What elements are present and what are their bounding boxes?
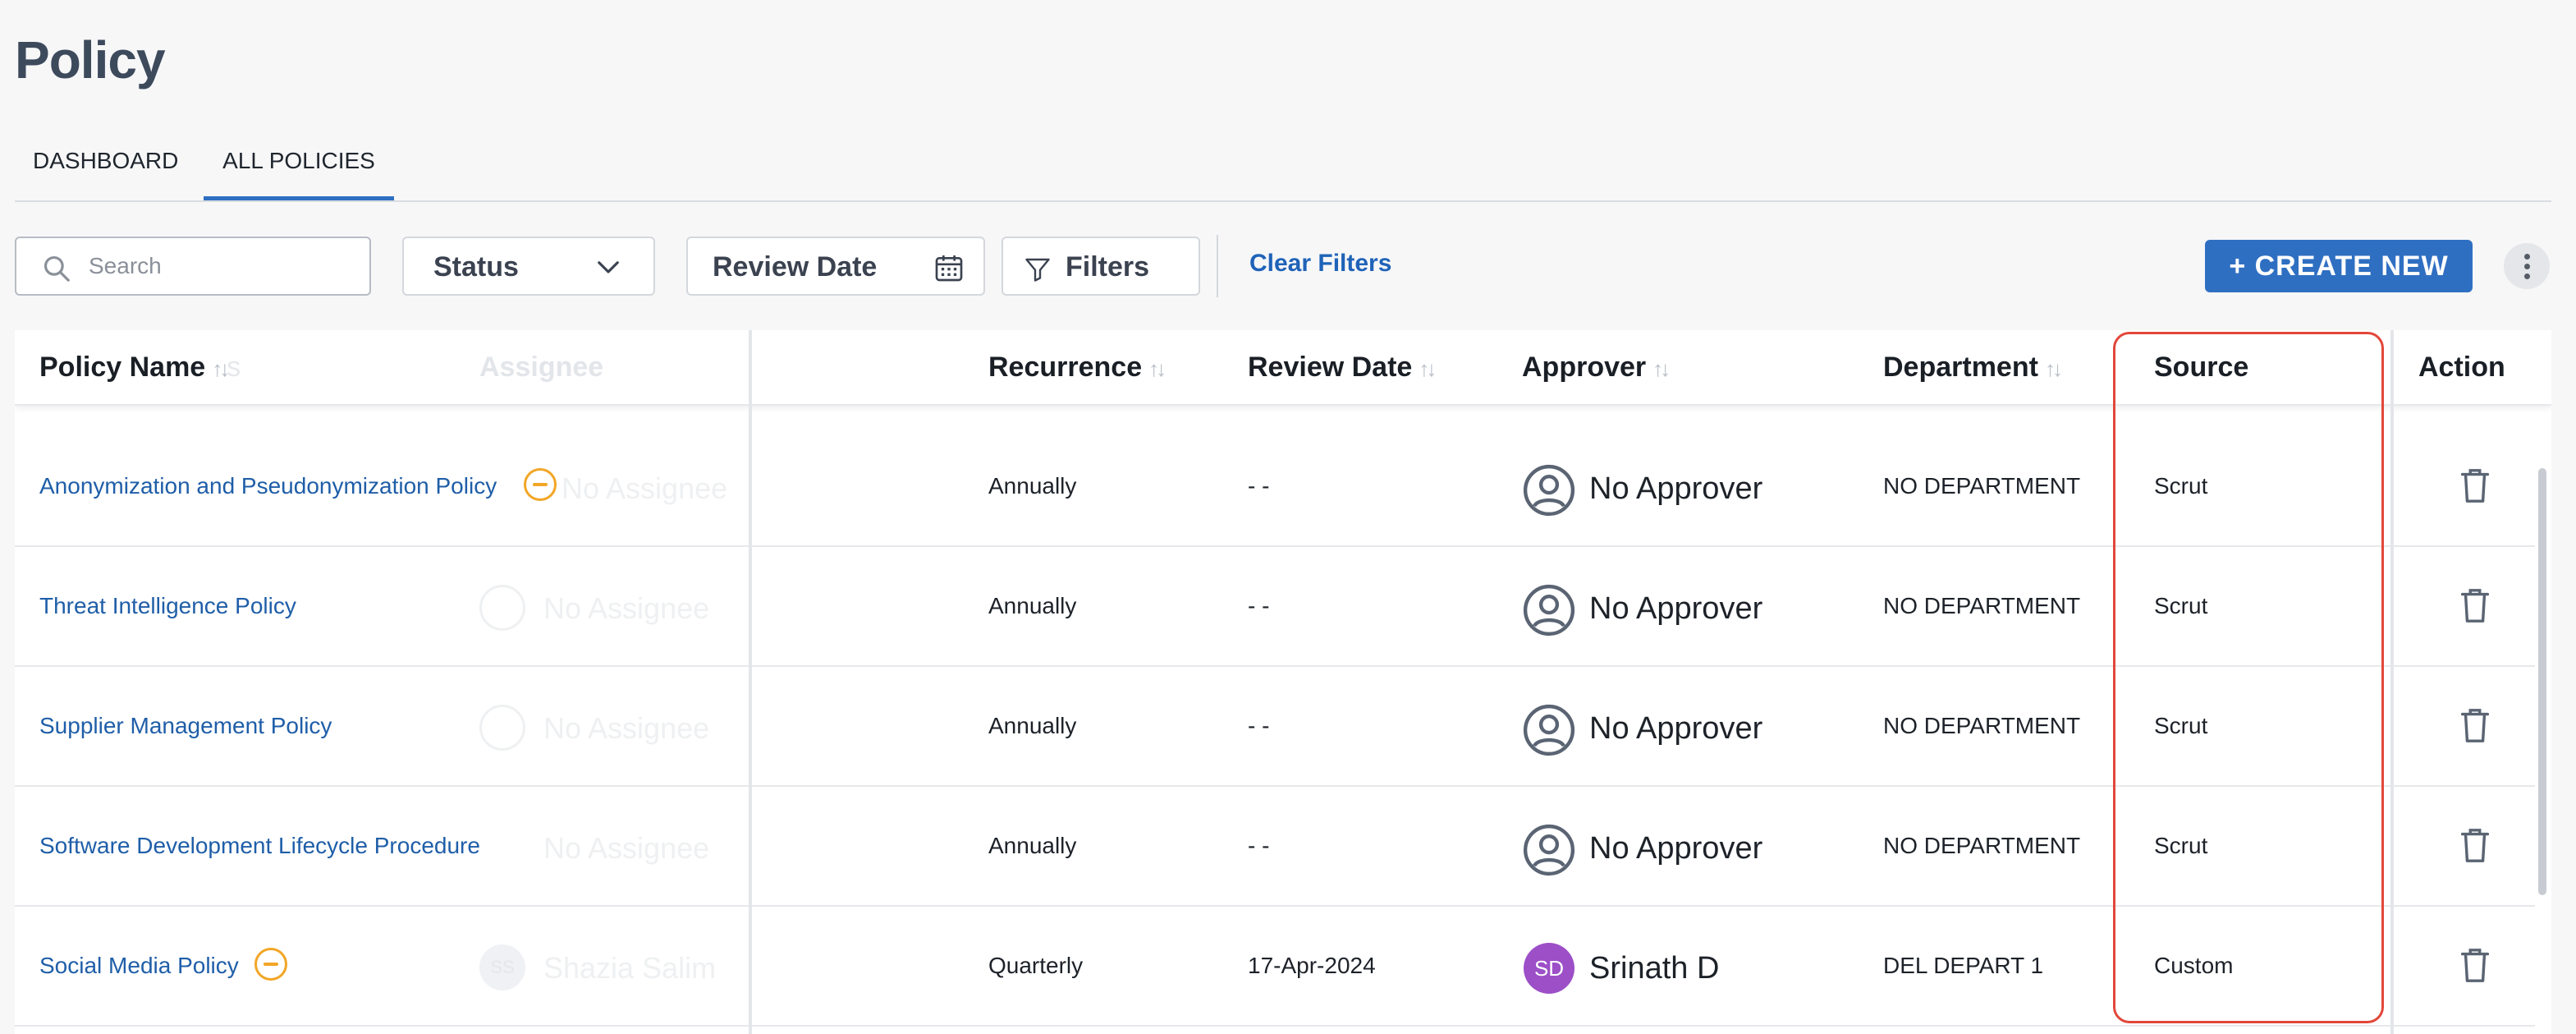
toolbar-divider (1217, 235, 1218, 297)
col-source: Source (2154, 352, 2249, 383)
user-circle-icon (479, 585, 525, 631)
create-new-button[interactable]: + CREATE NEW (2205, 240, 2473, 292)
policy-name-link[interactable]: Social Media Policy (39, 953, 239, 979)
sort-icon[interactable]: ↑↓ (1148, 356, 1167, 381)
search-input[interactable] (89, 250, 351, 283)
status-dropdown[interactable]: Status (402, 237, 655, 296)
status-minus-icon (524, 468, 557, 501)
more-vertical-icon[interactable] (2504, 243, 2550, 289)
approver-name: No Approver (1589, 591, 1763, 626)
filters-label: Filters (1066, 251, 1150, 283)
avatar: SD (1524, 943, 1574, 994)
source-cell: Scrut (2154, 713, 2208, 738)
col-approver[interactable]: Approver ↑↓ (1522, 352, 1671, 384)
sort-icon[interactable]: ↑↓ (212, 356, 230, 381)
assignee-avatar: SS (479, 944, 525, 990)
table-row[interactable]: Social Media Policy SS Shazia Salim Quar… (15, 907, 2535, 1027)
assignee-ghost: No Assignee (543, 591, 710, 625)
recurrence-cell: Annually (988, 713, 1077, 738)
page-title: Policy (15, 30, 166, 90)
chevron-down-icon (598, 261, 619, 273)
user-circle-icon (1523, 584, 1575, 636)
trash-icon[interactable] (2456, 705, 2494, 746)
review-date-cell: 17-Apr-2024 (1248, 953, 1376, 978)
review-date-picker[interactable]: Review Date (686, 237, 985, 296)
action-column-divider (2390, 330, 2394, 1034)
recurrence-cell: Annually (988, 833, 1077, 858)
col-recurrence[interactable]: Recurrence ↑↓ (988, 352, 1167, 384)
tab-dashboard[interactable]: DASHBOARD (33, 145, 197, 202)
approver-name: Srinath D (1589, 951, 1720, 986)
sort-icon[interactable]: ↑↓ (1652, 356, 1671, 381)
source-cell: Scrut (2154, 833, 2208, 858)
sort-icon[interactable]: ↑↓ (2045, 356, 2063, 381)
review-date-cell: - - (1248, 833, 1270, 858)
policy-name-link[interactable]: Supplier Management Policy (39, 713, 332, 739)
review-date-label: Review Date (713, 251, 878, 283)
col-policy-name[interactable]: Policy Name ↑↓s (39, 352, 241, 384)
policy-name-link[interactable]: Software Development Lifecycle Procedure (39, 833, 480, 859)
status-minus-icon (254, 948, 287, 981)
department-cell: DEL DEPART 1 (1883, 953, 2044, 978)
trash-icon[interactable] (2456, 944, 2494, 986)
calendar-icon (935, 255, 963, 282)
approver-name: No Approver (1589, 711, 1763, 746)
status-dropdown-label: Status (433, 251, 519, 283)
table-row[interactable]: Anonymization and Pseudonymization Polic… (15, 427, 2535, 547)
trash-icon[interactable] (2456, 585, 2494, 626)
assignee-ghost: No Assignee (543, 711, 710, 745)
tab-all-policies[interactable]: ALL POLICIES (204, 145, 394, 200)
approver-name: No Approver (1589, 831, 1763, 866)
assignee-ghost: No Assignee (561, 471, 728, 505)
source-cell: Scrut (2154, 473, 2208, 499)
source-cell: Custom (2154, 953, 2234, 978)
approver-name: No Approver (1589, 471, 1763, 506)
clear-filters-link[interactable]: Clear Filters (1249, 250, 1391, 278)
col-department[interactable]: Department ↑↓ (1883, 352, 2063, 384)
review-date-cell: - - (1248, 473, 1270, 499)
trash-icon[interactable] (2456, 825, 2494, 866)
policy-name-link[interactable]: Anonymization and Pseudonymization Polic… (39, 473, 497, 499)
table-row[interactable]: Threat Intelligence Policy No Assignee A… (15, 547, 2535, 667)
table-row[interactable]: Software Development Lifecycle Procedure… (15, 787, 2535, 907)
filter-icon (1025, 258, 1050, 282)
assignee-ghost: No Assignee (543, 831, 710, 865)
toolbar: Status Review Date Filters Clear Filters… (15, 235, 2560, 297)
search-box[interactable] (15, 237, 371, 296)
col-assignee[interactable]: Assignee (479, 352, 603, 384)
search-icon (44, 255, 70, 282)
table-row[interactable]: Supplier Management Policy No Assignee A… (15, 667, 2535, 787)
department-cell: NO DEPARTMENT (1883, 713, 2081, 738)
recurrence-cell: Annually (988, 593, 1077, 618)
tab-bar: DASHBOARD ALL POLICIES (15, 145, 2551, 202)
user-circle-icon (1523, 704, 1575, 756)
col-review-date[interactable]: Review Date ↑↓ (1248, 352, 1437, 384)
recurrence-cell: Annually (988, 473, 1077, 499)
recurrence-cell: Quarterly (988, 953, 1084, 978)
filters-button[interactable]: Filters (1002, 237, 1200, 296)
department-cell: NO DEPARTMENT (1883, 593, 2081, 618)
user-circle-icon (1523, 464, 1575, 517)
department-cell: NO DEPARTMENT (1883, 473, 2081, 499)
user-circle-icon (479, 705, 525, 751)
user-circle-icon (1523, 824, 1575, 876)
source-cell: Scrut (2154, 593, 2208, 618)
col-action: Action (2418, 352, 2505, 383)
policy-name-link[interactable]: Threat Intelligence Policy (39, 593, 296, 619)
review-date-cell: - - (1248, 593, 1270, 618)
review-date-cell: - - (1248, 713, 1270, 738)
department-cell: NO DEPARTMENT (1883, 833, 2081, 858)
policies-table: Policy Name ↑↓s Assignee Recurrence ↑↓ Rev… (15, 330, 2551, 1034)
frozen-column-divider (749, 330, 752, 1034)
table-header: Policy Name ↑↓s Assignee Recurrence ↑↓ Rev… (15, 330, 2551, 406)
trash-icon[interactable] (2456, 465, 2494, 506)
assignee-ghost: Shazia Salim (543, 951, 717, 985)
sort-icon[interactable]: ↑↓ (1419, 356, 1437, 381)
vertical-scrollbar[interactable] (2538, 468, 2546, 895)
